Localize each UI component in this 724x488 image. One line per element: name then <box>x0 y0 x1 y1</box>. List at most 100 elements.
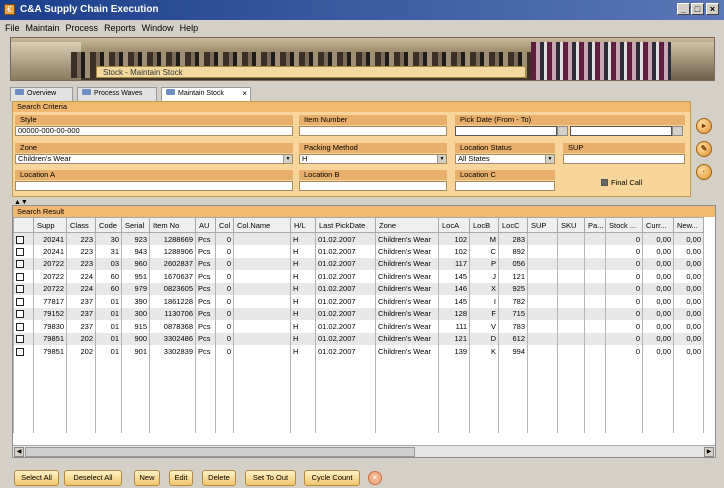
table-row[interactable]: 20241 223 30 923 1288669 Pcs 0 H 01.02.2007 Child… <box>13 232 704 245</box>
col-header-supp[interactable]: Supp <box>33 217 67 233</box>
cell-pa <box>584 332 606 345</box>
table-row[interactable]: 20241 223 31 943 1288906 Pcs 0 H 01.02.2007 Child… <box>13 245 704 258</box>
cell-select[interactable] <box>13 332 34 345</box>
set-to-out-button[interactable]: Set To Out <box>245 470 296 486</box>
cell-select[interactable] <box>13 345 34 358</box>
sup-input[interactable] <box>563 154 685 164</box>
cycle-count-button[interactable]: Cycle Count <box>304 470 360 486</box>
col-header-loca[interactable]: LocA <box>438 217 470 233</box>
row-checkbox[interactable] <box>16 260 24 269</box>
col-header-pa[interactable]: Pa... <box>584 217 606 233</box>
select-all-button[interactable]: Select All <box>14 470 59 486</box>
menu-help[interactable]: Help <box>177 20 202 36</box>
row-checkbox[interactable] <box>16 247 24 256</box>
col-header-locb[interactable]: LocB <box>469 217 499 233</box>
final-call-checkbox[interactable]: Final Call <box>601 178 642 187</box>
location-b-input[interactable] <box>299 181 447 191</box>
final-call-check-icon[interactable] <box>601 179 608 186</box>
row-checkbox[interactable] <box>16 335 24 344</box>
menu-window[interactable]: Window <box>139 20 177 36</box>
col-header-code[interactable]: Code <box>95 217 122 233</box>
tab-overview[interactable]: Overview <box>10 87 73 101</box>
row-checkbox[interactable] <box>16 310 24 319</box>
search-go-icon[interactable]: ▸ <box>696 118 712 134</box>
col-header-last-pickdate[interactable]: Last PickDate <box>315 217 376 233</box>
chevron-down-icon[interactable]: ▼ <box>437 155 446 163</box>
chevron-down-icon[interactable]: ▼ <box>545 155 554 163</box>
delete-button[interactable]: Delete <box>202 470 236 486</box>
minimize-button[interactable]: _ <box>677 3 690 15</box>
row-checkbox[interactable] <box>16 322 24 331</box>
cell-select[interactable] <box>13 320 34 333</box>
item-number-input[interactable] <box>299 126 447 136</box>
table-row[interactable]: 79851 202 01 900 3302486 Pcs 0 H 01.02.2007 Child… <box>13 332 704 345</box>
sup-label: SUP <box>563 143 685 153</box>
close-window-button[interactable]: × <box>706 3 719 15</box>
menu-process[interactable]: Process <box>63 20 102 36</box>
pick-date-to-calendar-icon[interactable] <box>672 126 683 136</box>
scrollbar-thumb[interactable] <box>25 447 415 457</box>
horizontal-scrollbar[interactable]: ◀ ▶ <box>13 445 715 457</box>
row-checkbox[interactable] <box>16 347 24 356</box>
table-row[interactable]: 79152 237 01 300 1130706 Pcs 0 H 01.02.2007 Child… <box>13 307 704 320</box>
menu-maintain[interactable]: Maintain <box>23 20 63 36</box>
table-row[interactable]: 77817 237 01 390 1861228 Pcs 0 H 01.02.2007 Child… <box>13 295 704 308</box>
col-header-hl[interactable]: H/L <box>290 217 316 233</box>
tab-close-icon[interactable]: × <box>242 88 247 100</box>
chevron-down-icon[interactable]: ▼ <box>283 155 292 163</box>
cell-select[interactable] <box>13 282 34 295</box>
col-header-stock[interactable]: Stock ... <box>605 217 643 233</box>
reset-icon[interactable]: · <box>696 164 712 180</box>
col-header-serial[interactable]: Serial <box>121 217 150 233</box>
table-row[interactable]: 20722 224 60 951 1670637 Pcs 0 H 01.02.2007 Child… <box>13 270 704 283</box>
edit-button[interactable]: Edit <box>169 470 193 486</box>
menu-reports[interactable]: Reports <box>101 20 139 36</box>
menu-file[interactable]: File <box>2 20 23 36</box>
location-c-input[interactable] <box>455 181 555 191</box>
scroll-left-icon[interactable]: ◀ <box>14 447 24 457</box>
table-row[interactable]: 79851 202 01 901 3302839 Pcs 0 H 01.02.2007 Child… <box>13 345 704 358</box>
row-checkbox[interactable] <box>16 272 24 281</box>
tab-maintain-stock[interactable]: Maintain Stock × <box>161 87 251 101</box>
col-header-au[interactable]: AU <box>195 217 216 233</box>
col-header-new[interactable]: New... <box>673 217 704 233</box>
cell-select[interactable] <box>13 245 34 258</box>
scroll-right-icon[interactable]: ▶ <box>704 447 714 457</box>
packing-method-select[interactable]: H ▼ <box>299 154 447 164</box>
col-header-locc[interactable]: LocC <box>498 217 528 233</box>
cell-select[interactable] <box>13 307 34 320</box>
col-header-zone[interactable]: Zone <box>375 217 439 233</box>
row-checkbox[interactable] <box>16 297 24 306</box>
empty-cell <box>438 370 470 383</box>
col-header-item-no[interactable]: Item No <box>149 217 196 233</box>
col-header-select[interactable] <box>13 217 34 233</box>
pick-date-from-calendar-icon[interactable] <box>557 126 568 136</box>
deselect-all-button[interactable]: Deselect All <box>64 470 122 486</box>
cell-select[interactable] <box>13 270 34 283</box>
clear-criteria-icon[interactable]: ✎ <box>696 141 712 157</box>
close-icon[interactable]: × <box>368 471 382 485</box>
cell-select[interactable] <box>13 232 34 245</box>
col-header-sku[interactable]: SKU <box>557 217 585 233</box>
cell-select[interactable] <box>13 295 34 308</box>
table-row[interactable]: 20722 224 60 979 0823605 Pcs 0 H 01.02.2007 Child… <box>13 282 704 295</box>
tab-process-waves[interactable]: Process Waves <box>77 87 157 101</box>
row-checkbox[interactable] <box>16 285 24 294</box>
location-status-select[interactable]: All States ▼ <box>455 154 555 164</box>
table-row[interactable]: 20722 223 03 960 2602837 Pcs 0 H 01.02.2007 Child… <box>13 257 704 270</box>
row-checkbox[interactable] <box>16 235 24 244</box>
cell-select[interactable] <box>13 257 34 270</box>
maximize-button[interactable]: □ <box>691 3 704 15</box>
new-button[interactable]: New <box>134 470 160 486</box>
col-header-col-name[interactable]: Col.Name <box>233 217 291 233</box>
col-header-class[interactable]: Class <box>66 217 96 233</box>
pick-date-from-input[interactable] <box>455 126 557 136</box>
style-input[interactable]: 00000-000-00-000 <box>15 126 293 136</box>
pick-date-to-input[interactable] <box>570 126 672 136</box>
col-header-curr[interactable]: Curr... <box>642 217 674 233</box>
location-a-input[interactable] <box>15 181 293 191</box>
table-row[interactable]: 79830 237 01 915 0878368 Pcs 0 H 01.02.2007 Child… <box>13 320 704 333</box>
col-header-col[interactable]: Col <box>215 217 234 233</box>
col-header-sup[interactable]: SUP <box>527 217 558 233</box>
zone-select[interactable]: Children's Wear ▼ <box>15 154 293 164</box>
